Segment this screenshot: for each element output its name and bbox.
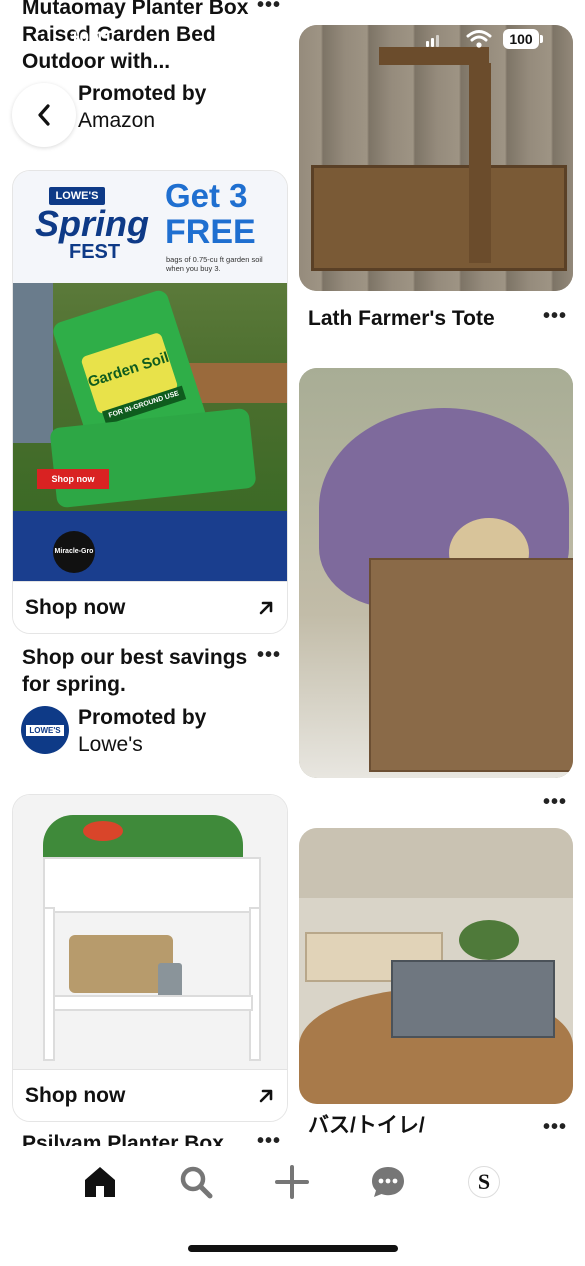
battery-indicator: 100	[503, 29, 539, 49]
pin-options-button[interactable]: •••	[257, 1131, 281, 1151]
nav-search[interactable]	[176, 1162, 216, 1202]
pin-options-button[interactable]: •••	[543, 306, 567, 326]
pin-title-planter[interactable]: Psilvam Planter Box	[22, 1130, 257, 1146]
battery-cap	[540, 35, 543, 43]
plus-icon	[275, 1165, 309, 1199]
profile-avatar: S	[468, 1166, 500, 1198]
pin-options-button[interactable]: •••	[543, 1117, 567, 1137]
nav-profile[interactable]: S	[464, 1162, 504, 1202]
miracle-gro-logo: Miracle-Gro	[53, 531, 95, 573]
nav-create[interactable]	[272, 1162, 312, 1202]
status-time: 10:11	[70, 28, 113, 47]
pin-image-dried-flowers[interactable]	[299, 368, 573, 778]
nav-home[interactable]	[80, 1162, 120, 1202]
headline-free: FREE	[165, 213, 256, 251]
shop-now-label: Shop now	[25, 1083, 126, 1107]
pin-options-button[interactable]: •••	[543, 792, 567, 812]
pin-image-farmers-tote[interactable]	[299, 25, 573, 291]
back-button[interactable]	[12, 83, 76, 147]
pin-title-amazon[interactable]: Mutaomay Planter Box Raised Garden Bed O…	[22, 0, 257, 75]
cellular-signal-icon	[426, 33, 446, 47]
shop-now-bar[interactable]: Shop now	[13, 581, 287, 633]
promoted-by-lowes[interactable]: Promoted by Lowe's	[78, 704, 206, 758]
chat-bubble-icon	[372, 1167, 404, 1197]
home-indicator	[188, 1245, 398, 1252]
advertiser-name: Lowe's	[78, 733, 143, 756]
lowes-avatar[interactable]: LOWE'S	[21, 706, 69, 754]
ad-footer: Miracle-Gro	[13, 511, 287, 581]
spring-text: Spring	[35, 203, 149, 244]
headline-get3: Get 3	[165, 177, 248, 214]
nav-messages[interactable]	[368, 1162, 408, 1202]
search-icon	[180, 1166, 213, 1199]
pin-options-button[interactable]: •••	[257, 0, 281, 15]
wifi-icon	[466, 30, 492, 48]
ad-shop-now-button: Shop now	[37, 469, 109, 489]
pin-title-japanese[interactable]: バス/トイレ/	[308, 1112, 538, 1146]
pin-title-lowes[interactable]: Shop our best savings for spring.	[22, 644, 252, 698]
lowes-ad-card[interactable]: LOWE'S Spring FEST Get 3 FREE bags of 0.…	[12, 170, 288, 634]
promoted-label: Promoted by	[78, 706, 207, 729]
shop-now-bar[interactable]: Shop now	[13, 1069, 287, 1121]
arrow-up-right-icon	[259, 601, 273, 614]
planter-photo	[13, 795, 287, 1069]
home-icon	[85, 1167, 115, 1197]
shop-now-label: Shop now	[25, 595, 126, 619]
arrow-up-right-icon	[259, 1089, 273, 1102]
advertiser-name: Amazon	[78, 109, 156, 132]
pin-image-wooden-boxes[interactable]	[299, 828, 573, 1104]
ad-banner: LOWE'S Spring FEST Get 3 FREE bags of 0.…	[13, 171, 287, 283]
planter-box-card[interactable]: Shop now	[12, 794, 288, 1122]
promoted-label: Promoted by	[78, 82, 207, 105]
fest-text: FEST	[69, 241, 121, 263]
lowes-avatar-logo: LOWE'S	[26, 724, 64, 736]
garden-soil-photo: Garden Soil FOR IN-GROUND USE Shop now	[13, 283, 287, 511]
chevron-left-icon	[38, 104, 50, 126]
fine-print: bags of 0.75-cu ft garden soil when you …	[166, 255, 263, 273]
pin-options-button[interactable]: •••	[257, 645, 281, 665]
pin-title-farmers-tote[interactable]: Lath Farmer's Tote	[308, 305, 495, 332]
promoted-by-amazon[interactable]: Promoted by Amazon	[78, 80, 206, 134]
